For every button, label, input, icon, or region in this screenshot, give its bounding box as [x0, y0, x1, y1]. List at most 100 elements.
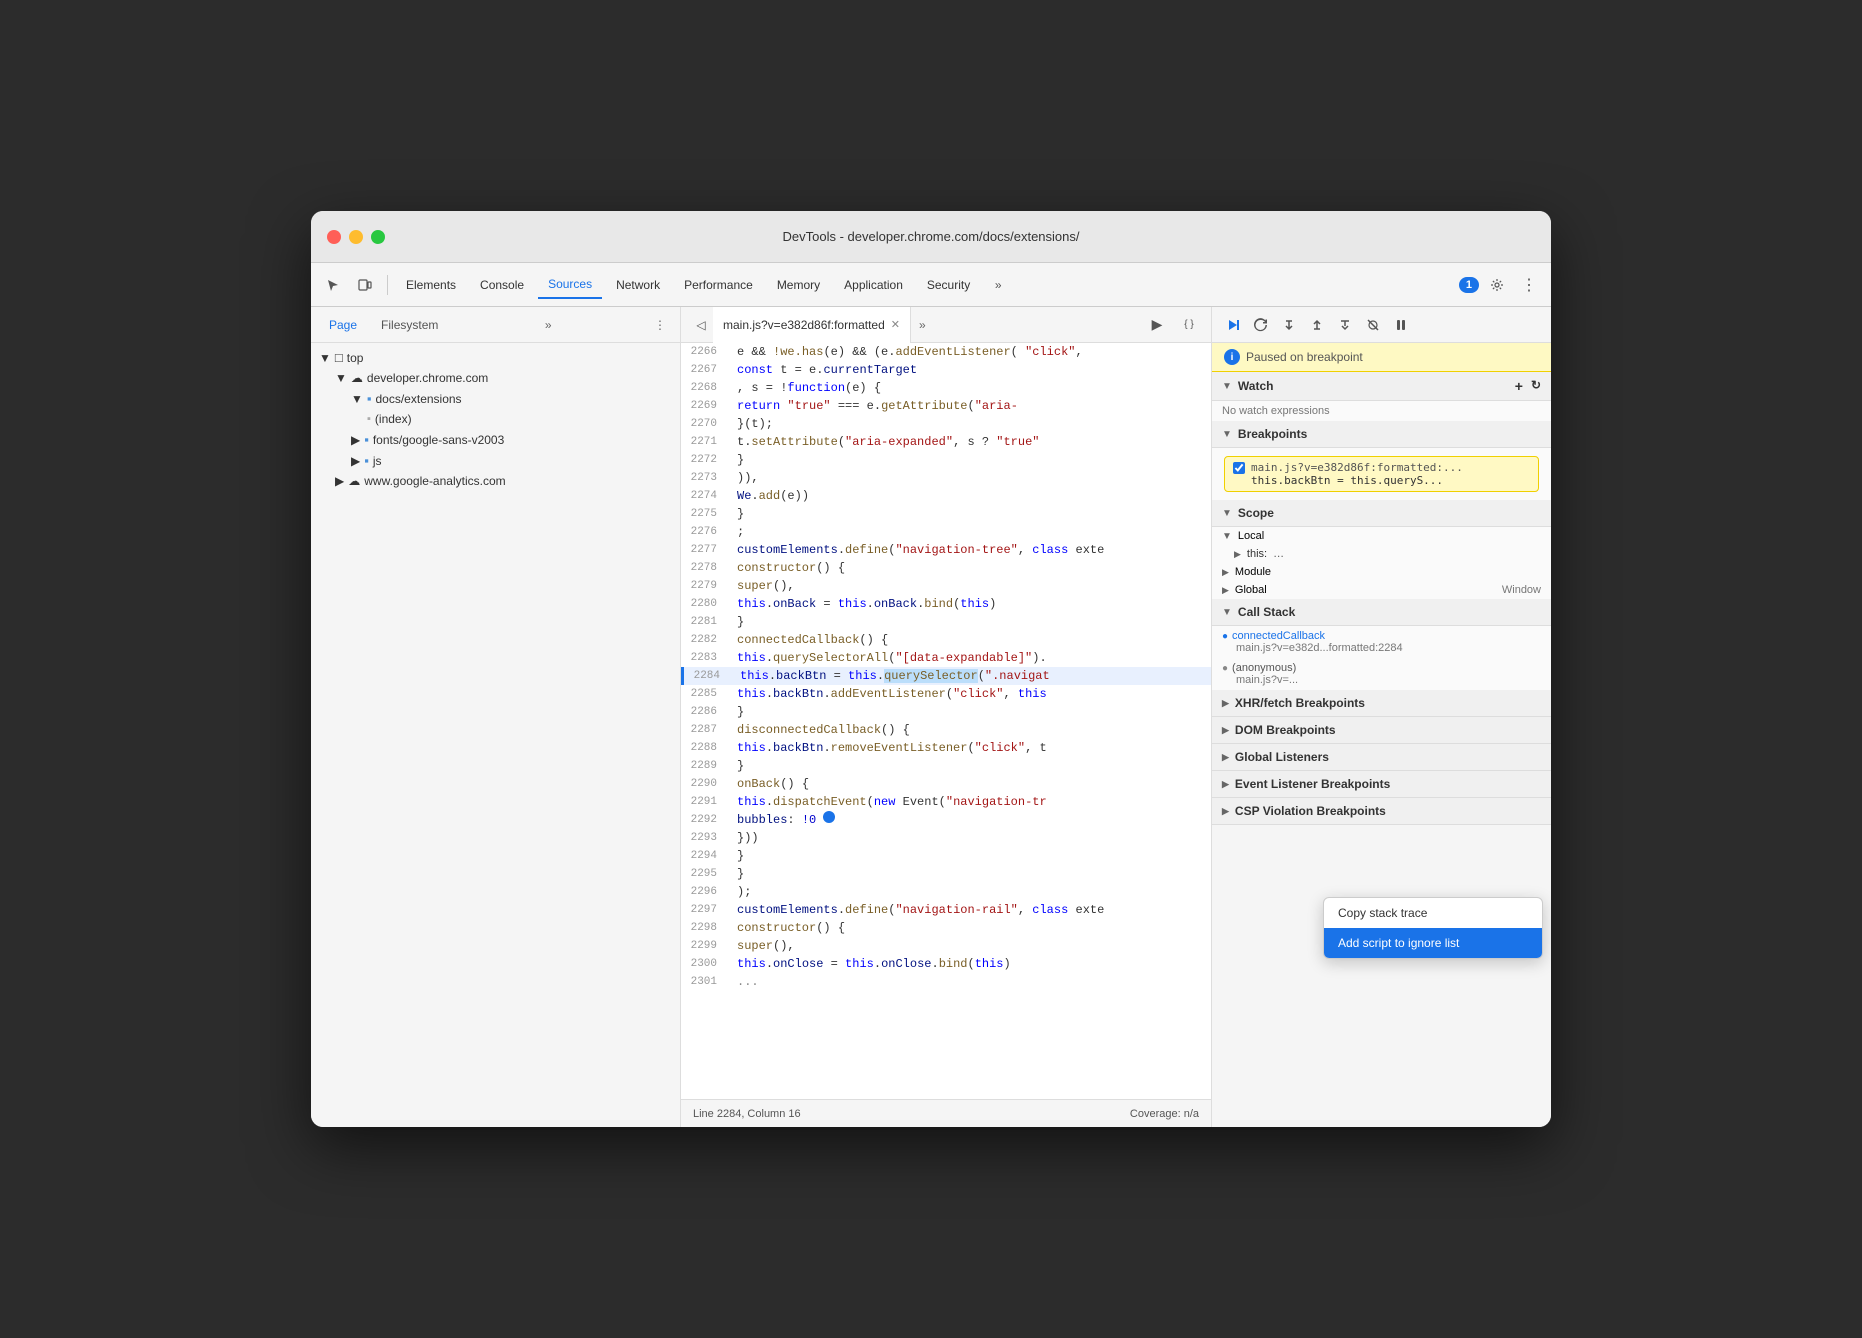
tree-item-fonts[interactable]: ▶ ▪ fonts/google-sans-v2003: [311, 429, 680, 450]
code-line-2269: 2269 return "true" === e.getAttribute("a…: [681, 397, 1211, 415]
tab-close-button[interactable]: ✕: [891, 318, 900, 331]
this-key: this:: [1247, 548, 1267, 560]
scope-content: ▼ Local ▶ this: … ▶ Module ▶: [1212, 527, 1551, 599]
sidebar-tab-page[interactable]: Page: [319, 314, 367, 336]
scope-this-item[interactable]: ▶ this: …: [1212, 545, 1551, 563]
step-into-button[interactable]: [1276, 312, 1302, 338]
event-listeners-label: Event Listener Breakpoints: [1235, 777, 1390, 791]
code-line-2268: 2268 , s = !function(e) {: [681, 379, 1211, 397]
global-listeners-label: Global Listeners: [1235, 750, 1329, 764]
pause-on-exceptions-button[interactable]: [1388, 312, 1414, 338]
scope-local-header[interactable]: ▼ Local: [1212, 527, 1551, 545]
code-line-2294: 2294 }: [681, 847, 1211, 865]
callstack-item-1[interactable]: ● connectedCallback main.js?v=e382d...fo…: [1212, 626, 1551, 658]
maximize-button[interactable]: [371, 230, 385, 244]
csp-section-header[interactable]: ▶ CSP Violation Breakpoints: [1212, 798, 1551, 825]
context-menu-add-to-ignore-list[interactable]: Add script to ignore list: [1324, 928, 1542, 958]
tab-memory[interactable]: Memory: [767, 271, 830, 299]
tab-security[interactable]: Security: [917, 271, 980, 299]
sidebar-tab-bar: Page Filesystem » ⋮: [311, 307, 680, 343]
code-line-2272: 2272 }: [681, 451, 1211, 469]
window-title: DevTools - developer.chrome.com/docs/ext…: [783, 229, 1080, 244]
watch-actions: + ↻: [1515, 378, 1541, 394]
global-listeners-section-header[interactable]: ▶ Global Listeners: [1212, 744, 1551, 771]
module-label: Module: [1235, 566, 1271, 578]
deactivate-breakpoints-button[interactable]: [1360, 312, 1386, 338]
watch-section-header[interactable]: ▼ Watch + ↻: [1212, 372, 1551, 401]
csp-label: CSP Violation Breakpoints: [1235, 804, 1386, 818]
global-label: Global: [1235, 584, 1267, 596]
scope-global-header[interactable]: ▶ Global Window: [1212, 581, 1551, 599]
breakpoint-filename: main.js?v=e382d86f:formatted:...: [1251, 461, 1463, 474]
debug-panel-scroll[interactable]: i Paused on breakpoint ▼ Watch + ↻ No wa…: [1212, 343, 1551, 1127]
editor-action-buttons: ▶ { }: [1143, 311, 1203, 339]
devtools-window: DevTools - developer.chrome.com/docs/ext…: [311, 211, 1551, 1127]
cursor-tool-button[interactable]: [319, 271, 347, 299]
tree-item-top[interactable]: ▼ □ top: [311, 347, 680, 368]
more-editor-tabs-button[interactable]: »: [911, 318, 934, 332]
tree-item-index[interactable]: ▪ (index): [311, 409, 680, 429]
context-menu-copy-stack-trace[interactable]: Copy stack trace: [1324, 898, 1542, 928]
paused-label: Paused on breakpoint: [1246, 350, 1363, 364]
code-line-2282: 2282 connectedCallback() {: [681, 631, 1211, 649]
tab-console[interactable]: Console: [470, 271, 534, 299]
step-button[interactable]: [1332, 312, 1358, 338]
toggle-sidebar-button[interactable]: ◁: [689, 313, 713, 337]
status-bar: Line 2284, Column 16 Coverage: n/a: [681, 1099, 1211, 1127]
editor-tab-main[interactable]: main.js?v=e382d86f:formatted ✕: [713, 307, 911, 343]
dom-arrow-icon: ▶: [1222, 725, 1229, 736]
this-value: …: [1273, 548, 1284, 560]
device-toolbar-button[interactable]: [351, 271, 379, 299]
tree-item-analytics[interactable]: ▶ ☁ www.google-analytics.com: [311, 471, 680, 491]
callstack-section-header[interactable]: ▼ Call Stack: [1212, 599, 1551, 626]
sidebar-tab-filesystem[interactable]: Filesystem: [371, 314, 448, 336]
callstack-item-2[interactable]: ● (anonymous) main.js?v=...: [1212, 658, 1551, 690]
code-editor[interactable]: 2266 e && !we.has(e) && (e.addEventListe…: [681, 343, 1211, 1099]
event-listeners-arrow-icon: ▶: [1222, 779, 1229, 790]
breakpoint-checkbox[interactable]: [1233, 462, 1245, 474]
resume-button[interactable]: [1220, 312, 1246, 338]
tab-network[interactable]: Network: [606, 271, 670, 299]
breakpoints-section-header[interactable]: ▼ Breakpoints: [1212, 421, 1551, 448]
arrow-icon: ▶: [351, 454, 360, 468]
tab-elements[interactable]: Elements: [396, 271, 466, 299]
tab-sources[interactable]: Sources: [538, 271, 602, 299]
more-options-button[interactable]: ⋮: [1515, 271, 1543, 299]
pretty-print-button[interactable]: { }: [1175, 311, 1203, 339]
close-button[interactable]: [327, 230, 341, 244]
tab-performance[interactable]: Performance: [674, 271, 763, 299]
xhr-section-header[interactable]: ▶ XHR/fetch Breakpoints: [1212, 690, 1551, 717]
step-out-button[interactable]: [1304, 312, 1330, 338]
tab-application[interactable]: Application: [834, 271, 913, 299]
watch-arrow-icon: ▼: [1222, 381, 1232, 392]
scope-module-header[interactable]: ▶ Module: [1212, 563, 1551, 581]
breakpoint-item-1[interactable]: main.js?v=e382d86f:formatted:... this.ba…: [1224, 456, 1539, 492]
notification-badge[interactable]: 1: [1459, 277, 1479, 293]
tree-item-chrome[interactable]: ▼ ☁ developer.chrome.com: [311, 368, 680, 388]
sidebar-more-tabs[interactable]: »: [545, 318, 552, 332]
scope-section-header[interactable]: ▼ Scope: [1212, 500, 1551, 527]
xhr-label: XHR/fetch Breakpoints: [1235, 696, 1365, 710]
sidebar-menu-button[interactable]: ⋮: [648, 316, 672, 334]
add-watch-button[interactable]: +: [1515, 378, 1523, 394]
code-line-2275: 2275 }: [681, 505, 1211, 523]
scope-label: Scope: [1238, 506, 1274, 520]
settings-button[interactable]: [1483, 271, 1511, 299]
jump-to-function-button[interactable]: ▶: [1143, 311, 1171, 339]
refresh-watch-button[interactable]: ↻: [1531, 378, 1541, 394]
tree-item-js[interactable]: ▶ ▪ js: [311, 450, 680, 471]
more-tabs-button[interactable]: »: [984, 271, 1012, 299]
arrow-icon: ▼: [319, 351, 331, 365]
cursor-position: Line 2284, Column 16: [693, 1108, 801, 1120]
code-line-2270: 2270 }(t);: [681, 415, 1211, 433]
code-line-2279: 2279 super(),: [681, 577, 1211, 595]
dom-section-header[interactable]: ▶ DOM Breakpoints: [1212, 717, 1551, 744]
event-listeners-section-header[interactable]: ▶ Event Listener Breakpoints: [1212, 771, 1551, 798]
code-line-2278: 2278 constructor() {: [681, 559, 1211, 577]
minimize-button[interactable]: [349, 230, 363, 244]
arrow-icon: ▶: [335, 474, 344, 488]
tree-item-docs[interactable]: ▼ ▪ docs/extensions: [311, 388, 680, 409]
code-line-2301: 2301 ...: [681, 973, 1211, 991]
step-over-button[interactable]: [1248, 312, 1274, 338]
code-line-2296: 2296 );: [681, 883, 1211, 901]
